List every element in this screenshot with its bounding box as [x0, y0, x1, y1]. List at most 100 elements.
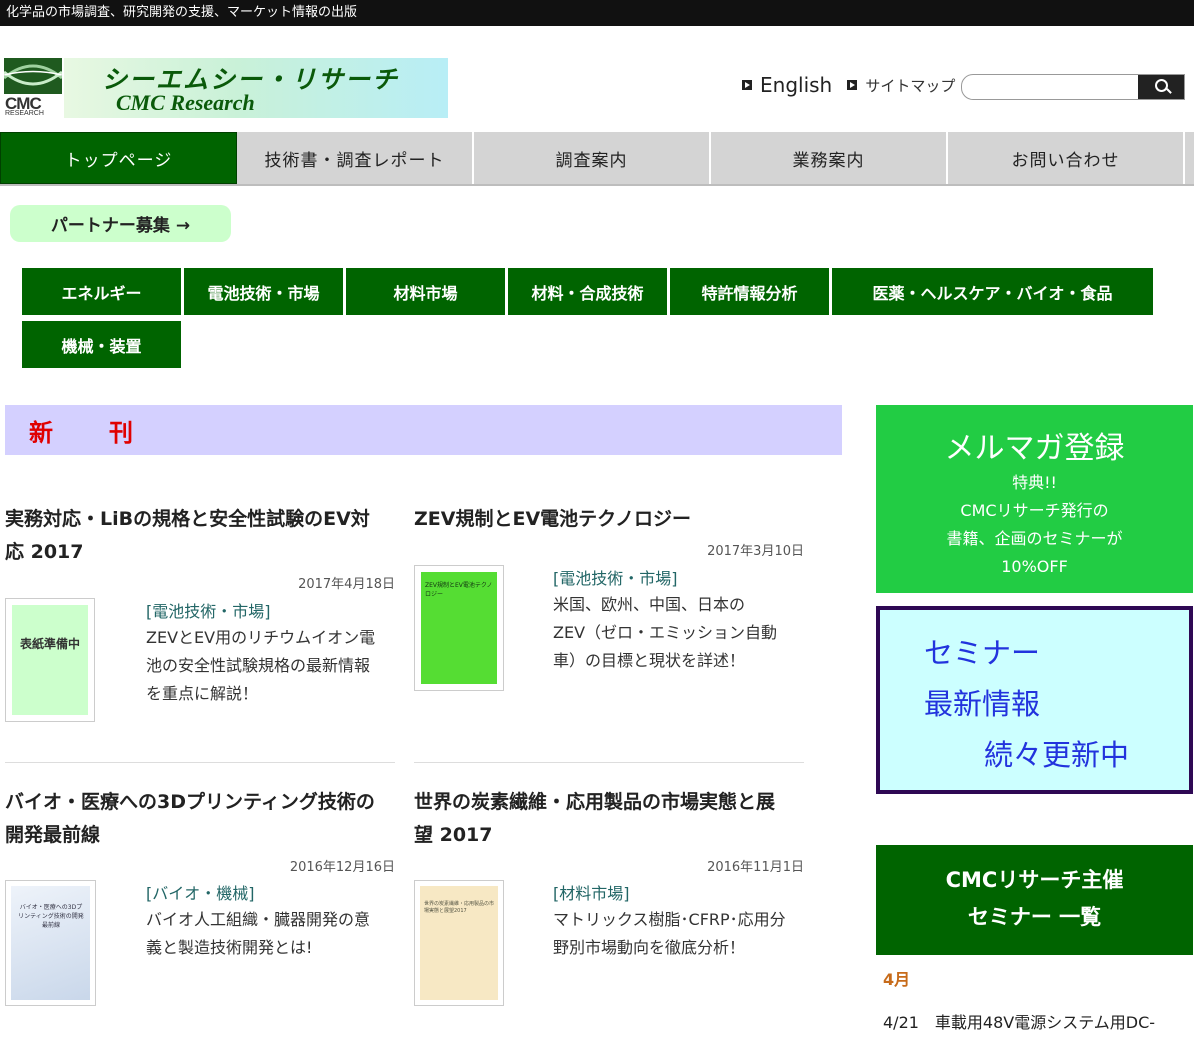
seminar-list-heading[interactable]: CMCリサーチ主催 セミナー 一覧: [876, 845, 1193, 955]
desc-line: バイオ人工組織・臓器開発の意: [146, 910, 371, 929]
book-title-line: ZEV規制とEV電池テクノロジー: [414, 508, 692, 530]
search-button[interactable]: [1138, 75, 1184, 99]
book-description: 米国、欧州、中国、日本の ZEV（ゼロ・エミッション自動 車）の目標と現状を詳述…: [553, 591, 805, 675]
book-category-link[interactable]: [材料市場]: [553, 880, 630, 904]
mailmag-text: 特典!! CMCリサーチ発行の 書籍、企画のセミナーが 10%OFF: [876, 469, 1193, 581]
book-title[interactable]: ZEV規制とEV電池テクノロジー: [414, 503, 804, 536]
book-title-line: 応 2017: [5, 541, 84, 563]
seminar-month: 4月: [883, 970, 911, 989]
main-nav: トップページ 技術書・調査レポート 調査案内 業務案内 お問い合わせ: [0, 132, 1194, 186]
book-date: 2017年3月10日: [707, 544, 804, 559]
arrow-right-icon: [742, 80, 752, 90]
book-date: 2016年12月16日: [289, 860, 395, 875]
category-label: 電池技術・市場: [207, 283, 320, 303]
mailmag-line: 特典!!: [1012, 473, 1057, 492]
book-title-line: 望 2017: [414, 824, 493, 846]
tagline-text: 化学品の市場調査、研究開発の支援、マーケット情報の出版: [6, 5, 358, 20]
category-patent[interactable]: 特許情報分析: [670, 268, 829, 315]
cover-text: バイオ・医療への3Dプリンティング技術の開発最前線: [18, 904, 84, 929]
book-category-link[interactable]: [バイオ・機械]: [146, 880, 255, 904]
header-links: English サイトマップ: [742, 73, 965, 99]
nav-tab-books-reports[interactable]: 技術書・調査レポート: [237, 132, 474, 184]
book-category-link[interactable]: [電池技術・市場]: [553, 565, 678, 589]
seminar-event-link[interactable]: 4/21 車載用48V電源システム用DC-: [883, 1009, 1194, 1033]
nav-tab-label: 業務案内: [792, 150, 865, 171]
site-logo[interactable]: CMC RESEARCH シーエムシー・リサーチ CMC Research: [3, 58, 448, 118]
seminar-list-title: セミナー 一覧: [967, 905, 1102, 929]
search-icon: [1155, 79, 1168, 92]
desc-line: マトリックス樹脂･CFRP･応用分: [553, 910, 786, 929]
partner-label: パートナー募集 →: [50, 216, 191, 236]
book-cover[interactable]: バイオ・医療への3Dプリンティング技術の開発最前線: [5, 880, 96, 1006]
mailmag-title: メルマガ登録: [944, 431, 1125, 466]
desc-line: を重点に解説！: [146, 684, 259, 703]
category-materials-market[interactable]: 材料市場: [346, 268, 505, 315]
mailmag-line: 10%OFF: [1001, 557, 1068, 576]
category-label: 材料市場: [393, 283, 458, 303]
category-label: 機械・装置: [61, 336, 142, 356]
category-label: 医薬・ヘルスケア・バイオ・食品: [872, 283, 1113, 303]
book-description: バイオ人工組織・臓器開発の意 義と製造技術開発とは!: [146, 906, 396, 962]
top-tagline-bar: 化学品の市場調査、研究開発の支援、マーケット情報の出版: [0, 0, 1194, 26]
desc-line: ZEV（ゼロ・エミッション自動: [553, 623, 778, 642]
mailmag-line: 書籍、企画のセミナーが: [946, 529, 1123, 548]
desc-line: ZEVとEV用のリチウムイオン電: [146, 628, 376, 647]
book-category-link[interactable]: [電池技術・市場]: [146, 598, 271, 622]
logo-wave-icon: [3, 58, 63, 94]
category-medical[interactable]: 医薬・ヘルスケア・バイオ・食品: [832, 268, 1153, 315]
mailmag-line: CMCリサーチ発行の: [960, 501, 1109, 520]
category-machinery[interactable]: 機械・装置: [22, 321, 181, 368]
book-cover[interactable]: 表紙準備中: [5, 598, 95, 722]
english-link[interactable]: English: [742, 73, 832, 97]
sitemap-link-label: サイトマップ: [865, 76, 956, 95]
book-title-line: 開発最前線: [5, 824, 101, 846]
book-date: 2016年11月1日: [707, 860, 804, 875]
book-title-line: バイオ・医療への3Dプリンティング技術の: [5, 791, 375, 813]
nav-tab-contact[interactable]: お問い合わせ: [948, 132, 1185, 184]
nav-tab-label: 調査案内: [555, 150, 628, 171]
english-link-label: English: [760, 73, 833, 97]
category-label: エネルギー: [61, 283, 142, 303]
book-title[interactable]: 実務対応・LiBの規格と安全性試験のEV対 応 2017: [5, 503, 395, 569]
book-title[interactable]: バイオ・医療への3Dプリンティング技術の 開発最前線: [5, 786, 395, 852]
seminar-list-title: CMCリサーチ主催: [945, 868, 1124, 892]
book-description: マトリックス樹脂･CFRP･応用分 野別市場動向を徹底分析！: [553, 906, 808, 962]
book-item: 実務対応・LiBの規格と安全性試験のEV対 応 2017 2017年4月18日 …: [5, 503, 395, 733]
desc-line: 義と製造技術開発とは!: [146, 938, 313, 957]
arrow-right-icon: [847, 80, 858, 90]
book-cover[interactable]: ZEV規制とEV電池テクノロジー: [414, 565, 504, 691]
search-input[interactable]: [970, 77, 1134, 99]
nav-tab-services[interactable]: 業務案内: [711, 132, 948, 184]
book-item: 世界の炭素繊維・応用製品の市場実態と展 望 2017 2016年11月1日 世界…: [414, 786, 804, 1011]
sitemap-link[interactable]: サイトマップ: [847, 75, 955, 96]
mailmag-signup-banner[interactable]: メルマガ登録 特典!! CMCリサーチ発行の 書籍、企画のセミナーが 10%OF…: [876, 405, 1193, 593]
category-energy[interactable]: エネルギー: [22, 268, 181, 315]
logo-research-text: RESEARCH: [5, 110, 44, 117]
category-materials-synthesis[interactable]: 材料・合成技術: [508, 268, 667, 315]
nav-tab-label: 技術書・調査レポート: [264, 150, 445, 171]
nav-tab-top[interactable]: トップページ: [0, 132, 237, 184]
seminar-line: 続々更新中: [984, 738, 1130, 772]
book-item: ZEV規制とEV電池テクノロジー 2017年3月10日 ZEV規制とEV電池テク…: [414, 503, 804, 733]
cover-text: 世界の炭素繊維・応用製品の市場実態と展望2017: [424, 901, 495, 914]
book-title-line: 実務対応・LiBの規格と安全性試験のEV対: [5, 508, 370, 530]
book-cover[interactable]: 世界の炭素繊維・応用製品の市場実態と展望2017: [414, 880, 504, 1006]
book-title[interactable]: 世界の炭素繊維・応用製品の市場実態と展 望 2017: [414, 786, 804, 852]
logo-banner: シーエムシー・リサーチ CMC Research: [64, 58, 448, 118]
category-label: 材料・合成技術: [531, 283, 644, 303]
desc-line: 野別市場動向を徹底分析！: [553, 938, 746, 957]
logo-mark: CMC RESEARCH: [3, 58, 63, 118]
nav-tab-label: お問い合わせ: [1011, 150, 1120, 171]
seminar-news-banner[interactable]: セミナー 最新情報 続々更新中: [876, 606, 1193, 794]
new-releases-heading: 新 刊: [5, 405, 842, 455]
desc-line: 池の安全性試験規格の最新情報: [146, 656, 371, 675]
category-battery[interactable]: 電池技術・市場: [184, 268, 343, 315]
category-label: 特許情報分析: [701, 283, 798, 303]
nav-tab-research[interactable]: 調査案内: [474, 132, 711, 184]
desc-line: 車）の目標と現状を詳述！: [553, 651, 746, 670]
partner-recruit-button[interactable]: パートナー募集 →: [10, 205, 231, 242]
search-form: [961, 74, 1185, 100]
section-title-text: 新 刊: [29, 419, 149, 447]
nav-tab-label: トップページ: [64, 150, 173, 171]
seminar-line: セミナー: [924, 636, 1041, 670]
